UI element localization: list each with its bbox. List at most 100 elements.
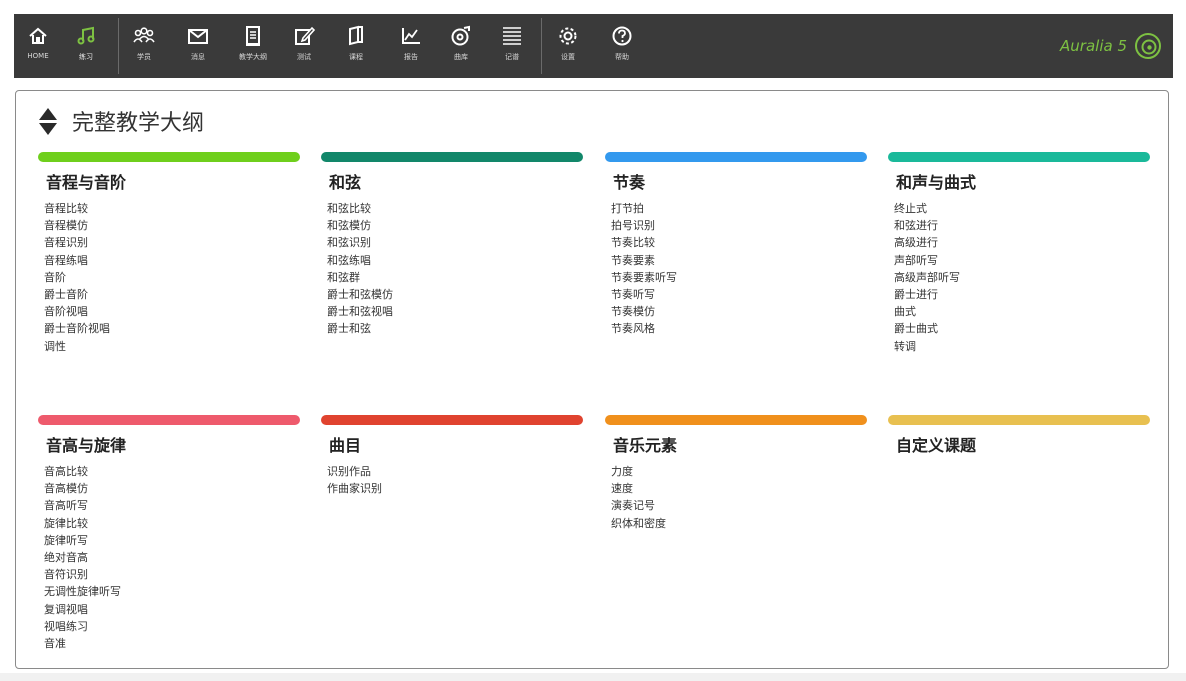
syllabus-item[interactable]: 和弦练唱 [327, 252, 583, 269]
toolbar-item-1[interactable]: 练习 [62, 14, 110, 78]
syllabus-item[interactable]: 音程比较 [44, 200, 300, 217]
toolbar-item-11[interactable]: 帮助 [598, 14, 646, 78]
page-title: 完整教学大纲 [72, 111, 205, 136]
syllabus-item[interactable]: 和弦识别 [327, 234, 583, 251]
toolbar-item-4[interactable]: 教学大纲 [229, 14, 277, 78]
category-title[interactable]: 音高与旋律 [46, 435, 300, 457]
syllabus-item[interactable]: 音程练唱 [44, 252, 300, 269]
toolbar-item-label: 测试 [297, 53, 311, 61]
syllabus-item[interactable]: 高级进行 [894, 234, 1150, 251]
category-0: 音程与音阶音程比较 音程模仿 音程识别 音程练唱 音阶 爵士音阶 音阶视唱 爵士音阶视唱 调性 [38, 152, 300, 355]
category-color-bar [888, 415, 1150, 425]
syllabus-item[interactable]: 和弦比较 [327, 200, 583, 217]
syllabus-item[interactable]: 绝对音高 [44, 549, 300, 566]
document-icon [246, 26, 260, 46]
category-item-list: 力度 速度 演奏记号 织体和密度 [611, 463, 867, 532]
syllabus-item[interactable]: 音符识别 [44, 566, 300, 583]
syllabus-item[interactable]: 旋律比较 [44, 515, 300, 532]
book-icon [349, 25, 363, 46]
syllabus-item[interactable]: 爵士和弦视唱 [327, 303, 583, 320]
syllabus-item[interactable]: 节奏听写 [611, 286, 867, 303]
mail-icon [188, 29, 208, 44]
syllabus-item[interactable]: 爵士和弦模仿 [327, 286, 583, 303]
syllabus-item[interactable]: 无调性旋律听写 [44, 583, 300, 600]
syllabus-item[interactable]: 节奏模仿 [611, 303, 867, 320]
brand-name: Auralia 5 [1060, 37, 1127, 55]
category-title[interactable]: 音乐元素 [613, 435, 867, 457]
toolbar-item-label: 设置 [561, 53, 575, 61]
syllabus-item[interactable]: 音准 [44, 635, 300, 652]
syllabus-item[interactable]: 爵士进行 [894, 286, 1150, 303]
toolbar-separator [541, 18, 542, 74]
toolbar-item-0[interactable]: HOME [14, 14, 62, 78]
footer-strip [0, 673, 1186, 681]
sort-toggle-icon[interactable] [38, 106, 58, 136]
toolbar-item-8[interactable]: 曲库 [437, 14, 485, 78]
syllabus-item[interactable]: 作曲家识别 [327, 480, 583, 497]
syllabus-item[interactable]: 识别作品 [327, 463, 583, 480]
toolbar-item-label: HOME [27, 52, 49, 60]
syllabus-item[interactable]: 速度 [611, 480, 867, 497]
syllabus-item[interactable]: 演奏记号 [611, 497, 867, 514]
category-title[interactable]: 音程与音阶 [46, 172, 300, 194]
toolbar-item-3[interactable]: 消息 [174, 14, 222, 78]
toolbar-item-6[interactable]: 课程 [332, 14, 380, 78]
syllabus-item[interactable]: 和弦群 [327, 269, 583, 286]
syllabus-item[interactable]: 和弦模仿 [327, 217, 583, 234]
syllabus-item[interactable]: 终止式 [894, 200, 1150, 217]
syllabus-item[interactable]: 曲式 [894, 303, 1150, 320]
toolbar-item-9[interactable]: 记谱 [488, 14, 536, 78]
syllabus-item[interactable]: 爵士曲式 [894, 320, 1150, 337]
syllabus-item[interactable]: 视唱练习 [44, 618, 300, 635]
syllabus-item[interactable]: 节奏比较 [611, 234, 867, 251]
category-title[interactable]: 曲目 [329, 435, 583, 457]
syllabus-item[interactable]: 音高比较 [44, 463, 300, 480]
category-title[interactable]: 自定义课题 [896, 435, 1150, 457]
syllabus-item[interactable]: 爵士音阶 [44, 286, 300, 303]
syllabus-item[interactable]: 和弦进行 [894, 217, 1150, 234]
syllabus-item[interactable]: 旋律听写 [44, 532, 300, 549]
toolbar-item-label: 报告 [404, 53, 418, 61]
syllabus-item[interactable]: 调性 [44, 338, 300, 355]
category-7: 自定义课题 [888, 415, 1150, 463]
syllabus-item[interactable]: 拍号识别 [611, 217, 867, 234]
toolbar-item-10[interactable]: 设置 [544, 14, 592, 78]
syllabus-item[interactable]: 音高模仿 [44, 480, 300, 497]
category-color-bar [321, 152, 583, 162]
toolbar-item-label: 练习 [79, 53, 93, 61]
syllabus-item[interactable]: 音程模仿 [44, 217, 300, 234]
edit-icon [295, 26, 315, 45]
syllabus-item[interactable]: 爵士和弦 [327, 320, 583, 337]
category-title[interactable]: 和声与曲式 [896, 172, 1150, 194]
category-2: 节奏打节拍 拍号识别 节奏比较 节奏要素 节奏要素听写 节奏听写 节奏模仿 节奏风格 [605, 152, 867, 338]
syllabus-item[interactable]: 节奏要素听写 [611, 269, 867, 286]
category-title[interactable]: 节奏 [613, 172, 867, 194]
syllabus-item[interactable]: 声部听写 [894, 252, 1150, 269]
toolbar-item-5[interactable]: 测试 [280, 14, 328, 78]
syllabus-item[interactable]: 节奏要素 [611, 252, 867, 269]
syllabus-panel: 完整教学大纲 音程与音阶 音程比较 音程模仿 音程识别 音程练唱 音阶 爵士音阶 音阶视唱 爵士… [15, 90, 1169, 669]
toolbar-item-7[interactable]: 报告 [387, 14, 435, 78]
syllabus-item[interactable]: 转调 [894, 338, 1150, 355]
category-item-list: 音程比较 音程模仿 音程识别 音程练唱 音阶 爵士音阶 音阶视唱 爵士音阶视唱 调性 [44, 200, 300, 355]
toolbar-item-label: 曲库 [454, 53, 468, 61]
syllabus-item[interactable]: 节奏风格 [611, 320, 867, 337]
lines-icon [503, 27, 521, 45]
syllabus-item[interactable]: 织体和密度 [611, 515, 867, 532]
syllabus-item[interactable]: 打节拍 [611, 200, 867, 217]
category-1: 和弦和弦比较 和弦模仿 和弦识别 和弦练唱 和弦群 爵士和弦模仿 爵士和弦视唱 爵士和弦 [321, 152, 583, 338]
category-title[interactable]: 和弦 [329, 172, 583, 194]
syllabus-item[interactable]: 高级声部听写 [894, 269, 1150, 286]
toolbar-item-label: 消息 [191, 53, 205, 61]
category-6: 音乐元素力度 速度 演奏记号 织体和密度 [605, 415, 867, 532]
toolbar-item-2[interactable]: 学员 [120, 14, 168, 78]
syllabus-item[interactable]: 音阶视唱 [44, 303, 300, 320]
category-item-list: 终止式 和弦进行 高级进行 声部听写 高级声部听写 爵士进行 曲式 爵士曲式 转调 [894, 200, 1150, 355]
syllabus-item[interactable]: 爵士音阶视唱 [44, 320, 300, 337]
syllabus-item[interactable]: 音高听写 [44, 497, 300, 514]
syllabus-item[interactable]: 音阶 [44, 269, 300, 286]
syllabus-item[interactable]: 复调视唱 [44, 601, 300, 618]
syllabus-item[interactable]: 力度 [611, 463, 867, 480]
syllabus-item[interactable]: 音程识别 [44, 234, 300, 251]
toolbar-item-label: 教学大纲 [239, 53, 267, 61]
